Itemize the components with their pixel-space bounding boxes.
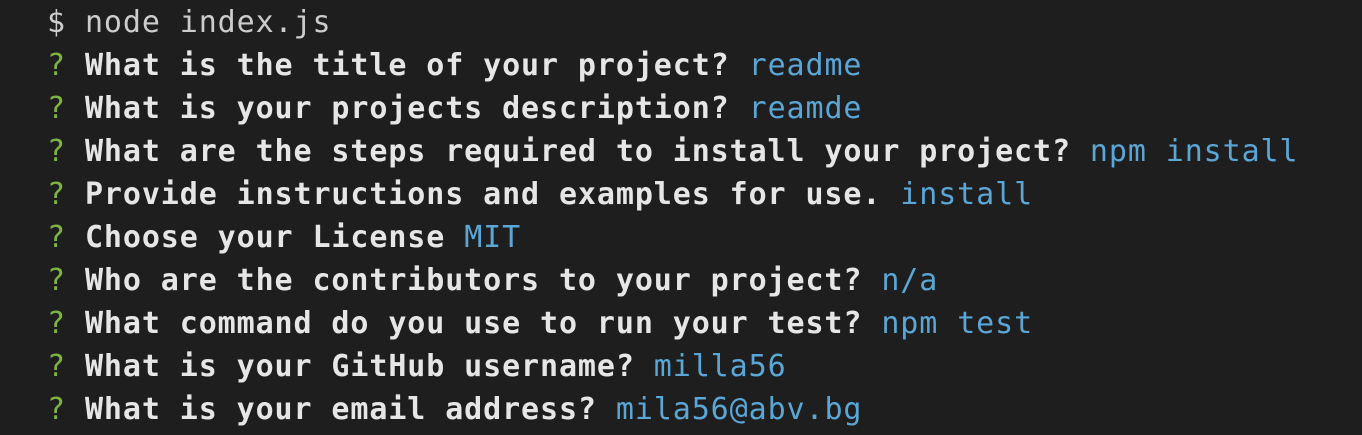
question-text: Choose your License — [84, 220, 446, 255]
question-marker: ? — [47, 177, 66, 212]
question-marker: ? — [47, 134, 66, 169]
shell-prompt: $ — [47, 5, 66, 40]
prompt-line-github: ? What is your GitHub username? milla56 — [47, 345, 1362, 388]
question-marker: ? — [47, 48, 66, 83]
question-text: What command do you use to run your test… — [84, 306, 863, 341]
answer-text: npm install — [1089, 134, 1299, 169]
answer-text: MIT — [464, 220, 522, 255]
question-text: Who are the contributors to your project… — [84, 263, 863, 298]
question-marker: ? — [47, 263, 66, 298]
answer-text: milla56 — [653, 349, 787, 384]
prompt-line-email: ? What is your email address? mila56@abv… — [47, 388, 1362, 431]
answer-text: install — [900, 177, 1034, 212]
command-line: $ node index.js — [47, 1, 1362, 44]
answer-text: reamde — [748, 91, 863, 126]
answer-text: n/a — [881, 263, 939, 298]
prompt-line-description: ? What is your projects description? rea… — [47, 87, 1362, 130]
command-text: node index.js — [84, 5, 332, 40]
prompt-line-usage: ? Provide instructions and examples for … — [47, 173, 1362, 216]
answer-text: readme — [748, 48, 863, 83]
terminal-output[interactable]: $ node index.js ? What is the title of y… — [0, 0, 1362, 435]
question-marker: ? — [47, 306, 66, 341]
prompt-line-contributors: ? Who are the contributors to your proje… — [47, 259, 1362, 302]
prompt-line-test: ? What command do you use to run your te… — [47, 302, 1362, 345]
question-text: Provide instructions and examples for us… — [84, 177, 882, 212]
prompt-line-title: ? What is the title of your project? rea… — [47, 44, 1362, 87]
question-text: What is your GitHub username? — [84, 349, 635, 384]
answer-text: mila56@abv.bg — [615, 392, 863, 427]
question-marker: ? — [47, 349, 66, 384]
question-marker: ? — [47, 220, 66, 255]
question-marker: ? — [47, 91, 66, 126]
question-text: What is the title of your project? — [84, 48, 730, 83]
question-marker: ? — [47, 392, 66, 427]
prompt-line-license: ? Choose your License MIT — [47, 216, 1362, 259]
answer-text: npm test — [881, 306, 1034, 341]
prompt-line-install: ? What are the steps required to install… — [47, 130, 1362, 173]
question-text: What is your projects description? — [84, 91, 730, 126]
question-text: What is your email address? — [84, 392, 597, 427]
question-text: What are the steps required to install y… — [84, 134, 1071, 169]
